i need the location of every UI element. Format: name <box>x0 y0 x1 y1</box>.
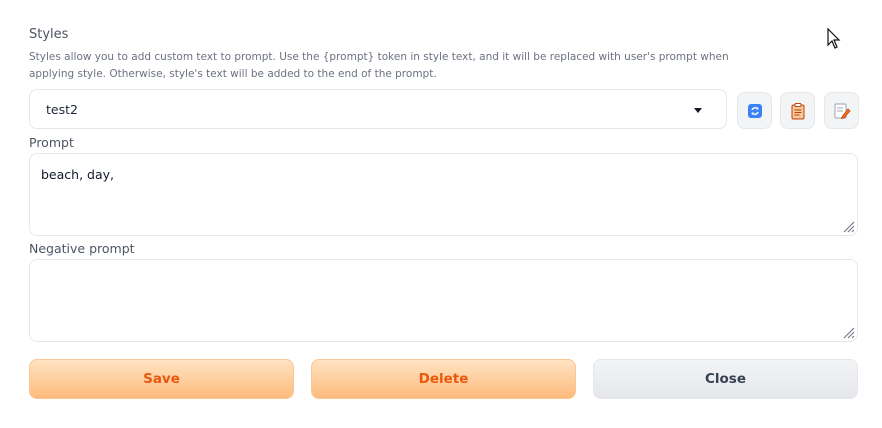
styles-title: Styles <box>29 27 69 42</box>
delete-button[interactable]: Delete <box>311 359 576 399</box>
style-select-value: test2 <box>46 102 78 117</box>
save-button[interactable]: Save <box>29 359 294 399</box>
negative-prompt-label: Negative prompt <box>29 241 135 256</box>
edit-style-button[interactable] <box>824 92 859 129</box>
resize-handle-icon[interactable] <box>841 325 855 339</box>
refresh-icon <box>747 103 762 118</box>
negative-prompt-textarea[interactable] <box>29 259 858 342</box>
resize-handle-icon[interactable] <box>841 219 855 233</box>
apply-style-button[interactable] <box>780 92 815 129</box>
edit-icon <box>834 103 851 119</box>
prompt-textarea[interactable]: beach, day, <box>29 153 858 236</box>
prompt-text: beach, day, <box>41 167 114 182</box>
clipboard-icon <box>791 102 804 119</box>
prompt-label: Prompt <box>29 135 74 150</box>
refresh-styles-button[interactable] <box>737 92 772 129</box>
dropdown-caret-icon <box>694 108 702 113</box>
close-button[interactable]: Close <box>593 359 858 399</box>
styles-description: Styles allow you to add custom text to p… <box>29 51 729 80</box>
style-select[interactable]: test2 <box>29 89 727 129</box>
mouse-cursor-icon <box>827 28 841 49</box>
